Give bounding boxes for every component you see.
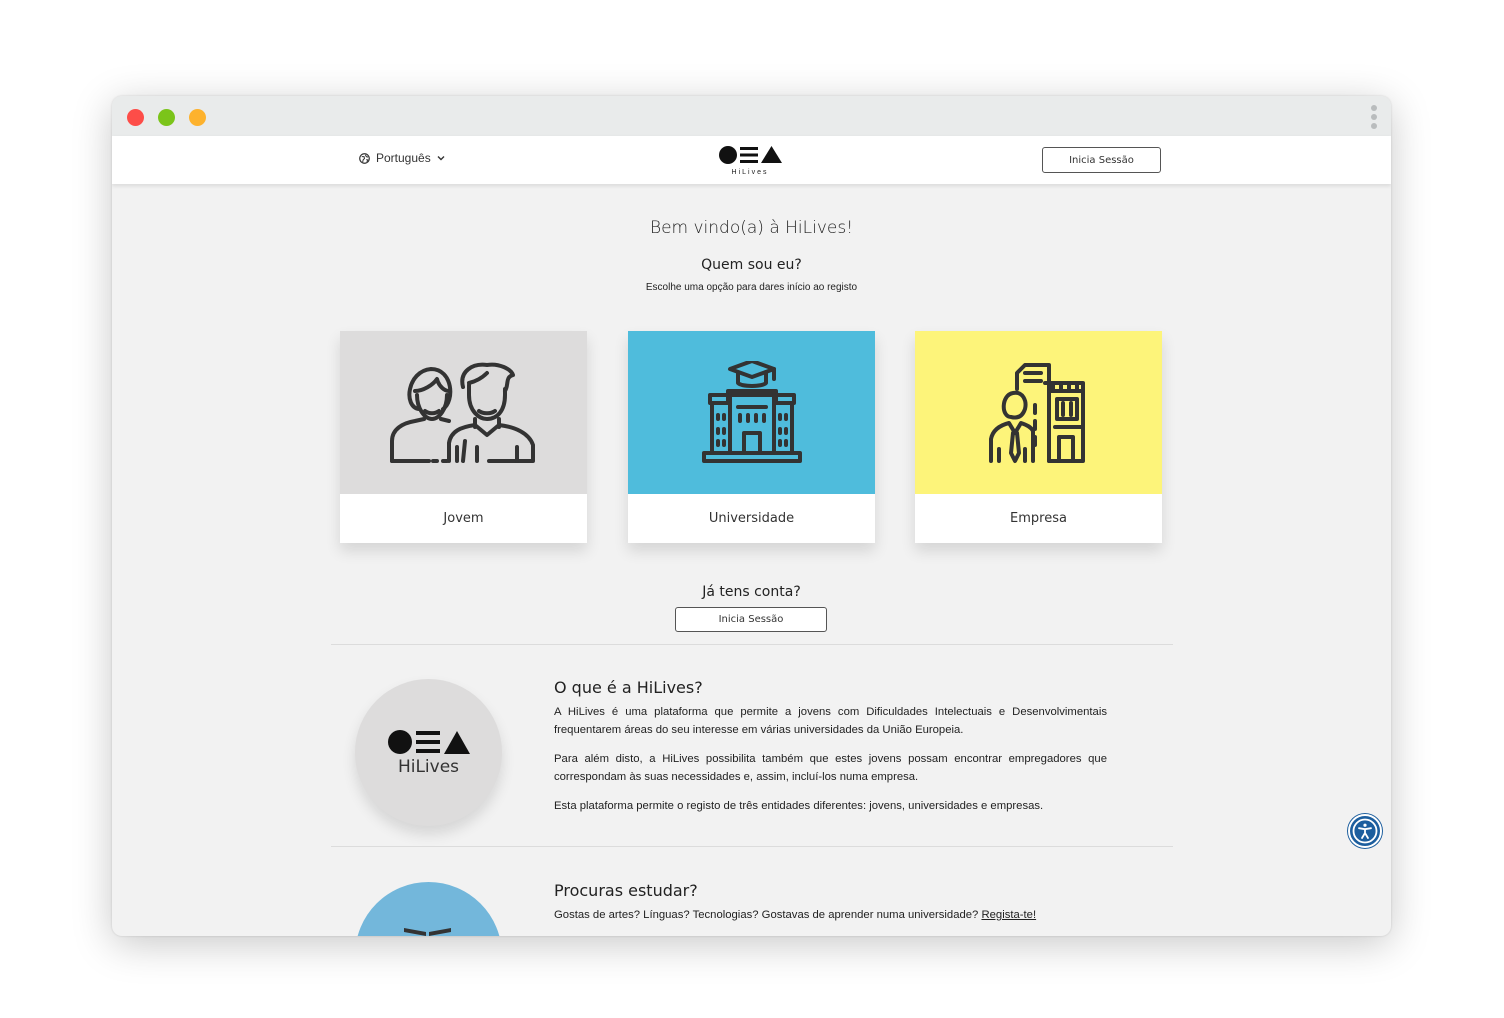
register-instruction: Escolhe uma opção para dares início ao r…: [645, 282, 858, 293]
university-icon: [701, 360, 802, 463]
register-card-universidade[interactable]: Universidade: [628, 331, 875, 543]
study-icon: [404, 928, 426, 936]
hilives-logo-icon: [387, 729, 470, 754]
card-label: Empresa: [1010, 511, 1067, 526]
company-icon: [988, 362, 1085, 463]
register-card-jovem[interactable]: Jovem: [340, 331, 587, 543]
language-label: Português: [376, 151, 431, 165]
language-selector[interactable]: Português: [359, 151, 445, 165]
young-people-icon: [389, 362, 535, 463]
about-title: O que é a HiLives?: [554, 678, 703, 697]
more-options-icon[interactable]: [1370, 105, 1378, 129]
globe-icon: [359, 152, 370, 164]
minimize-window-button[interactable]: [189, 109, 206, 126]
study-paragraph: Gostas de artes? Línguas? Tecnologias? G…: [554, 907, 1107, 925]
section-divider: [331, 644, 1173, 645]
study-image-circle: [355, 882, 502, 936]
study-text: Gostas de artes? Línguas? Tecnologias? G…: [554, 909, 982, 921]
who-am-i-heading: Quem sou eu?: [701, 257, 802, 273]
register-link[interactable]: Regista-te!: [981, 909, 1036, 921]
login-button[interactable]: Inicia Sessão: [1042, 147, 1161, 173]
card-image: [915, 331, 1162, 494]
main-content: Bem vindo(a) à HiLives! Quem sou eu? Esc…: [112, 184, 1391, 936]
login-button-secondary[interactable]: Inicia Sessão: [675, 607, 827, 632]
card-image: [628, 331, 875, 494]
chevron-down-icon: [437, 156, 445, 161]
accessibility-icon: [1352, 818, 1378, 844]
register-card-empresa[interactable]: Empresa: [915, 331, 1162, 543]
hilives-logo[interactable]: HiLives: [718, 144, 782, 176]
study-icon: [429, 928, 451, 936]
study-title: Procuras estudar?: [554, 881, 698, 900]
card-label: Universidade: [708, 511, 795, 526]
browser-window: Português HiLives Inicia Sessão Bem vind…: [112, 96, 1391, 936]
title-bar: [112, 96, 1391, 136]
card-label: Jovem: [443, 511, 484, 526]
about-paragraph: A HiLives é uma plataforma que permite a…: [554, 706, 1107, 736]
about-logo-circle: HiLives: [355, 679, 502, 826]
about-paragraph: Para além disto, a HiLives possibilita t…: [554, 753, 1107, 783]
accessibility-button[interactable]: [1348, 814, 1382, 848]
card-image: [340, 331, 587, 494]
maximize-window-button[interactable]: [158, 109, 175, 126]
section-divider: [331, 846, 1173, 847]
logo-text: HiLives: [731, 169, 769, 176]
top-navbar: Português HiLives Inicia Sessão: [112, 136, 1391, 184]
logo-text: HiLives: [397, 756, 460, 777]
welcome-heading: Bem vindo(a) à HiLives!: [649, 218, 854, 238]
have-account-heading: Já tens conta?: [702, 584, 801, 600]
hilives-logo-icon: [719, 146, 782, 164]
about-paragraph: Esta plataforma permite o registo de trê…: [554, 800, 1044, 812]
close-window-button[interactable]: [127, 109, 144, 126]
